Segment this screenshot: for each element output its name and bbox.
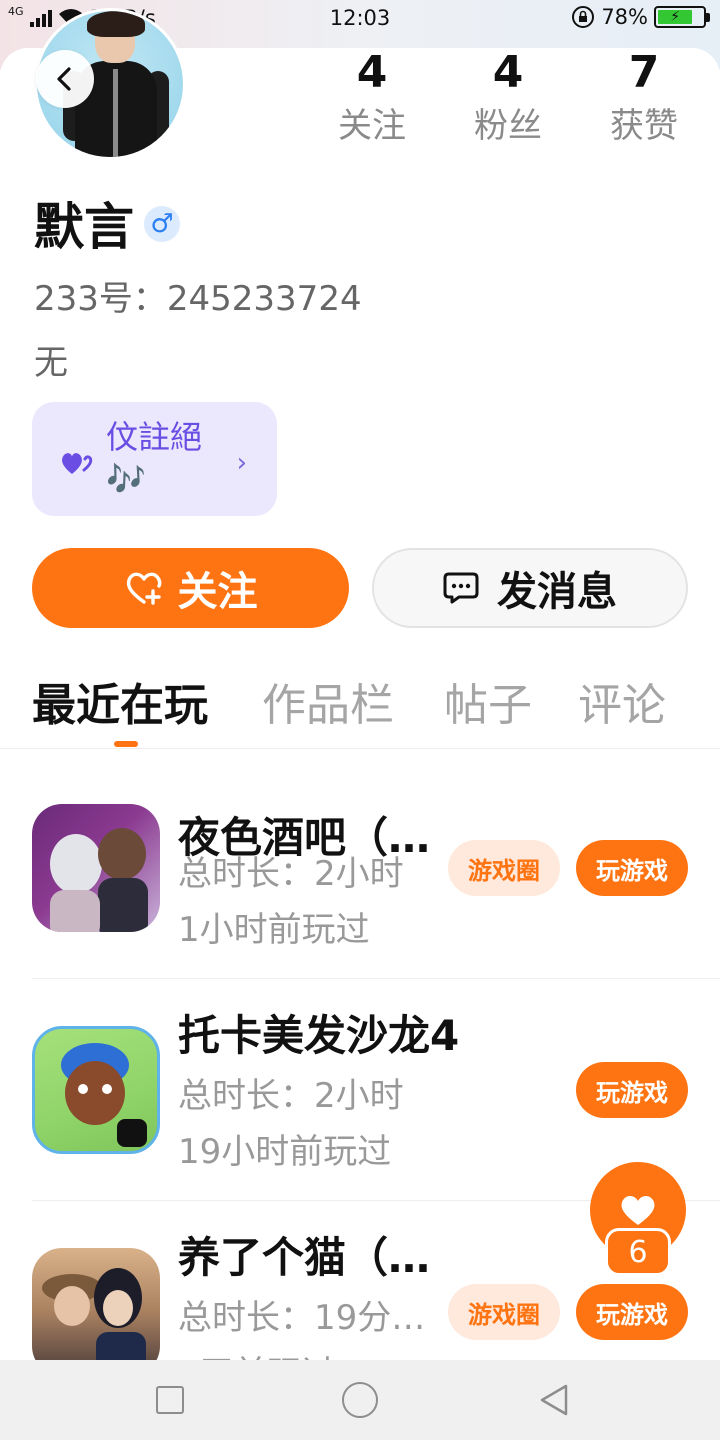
game-icon	[32, 1248, 160, 1376]
divider	[32, 978, 720, 979]
list-item[interactable]: 夜色酒吧（… 总时长：2小时 1小时前玩过 游戏圈 玩游戏	[0, 758, 720, 980]
tab-works[interactable]: 作品栏	[262, 676, 394, 736]
tab-recently-played[interactable]: 最近在玩	[32, 676, 208, 736]
message-button-label: 发消息	[497, 569, 617, 615]
stat-value: 4	[492, 47, 524, 98]
battery-level: ⚡	[658, 10, 693, 24]
user-bio: 无	[34, 343, 68, 383]
tab-indicator	[114, 741, 138, 747]
stat-label: 粉丝	[474, 106, 542, 146]
game-title: 养了个猫（…	[178, 1233, 431, 1282]
game-art	[50, 828, 148, 932]
divider	[0, 748, 720, 749]
game-art	[61, 1043, 147, 1147]
battery-icon: ⚡	[654, 6, 710, 28]
stat-label: 获赞	[610, 106, 678, 146]
heart-icon	[621, 1195, 655, 1225]
like-count-badge: 6	[605, 1228, 671, 1276]
chevron-right-icon: ›	[236, 448, 247, 478]
follow-button-label: 关注	[177, 569, 258, 615]
rotation-lock-icon	[572, 6, 595, 28]
game-title: 托卡美发沙龙4	[178, 1011, 460, 1060]
play-game-button[interactable]: 玩游戏	[576, 1062, 688, 1118]
game-icon	[32, 1026, 160, 1154]
home-icon[interactable]	[342, 1382, 378, 1418]
double-heart-icon	[62, 453, 93, 474]
game-duration: 总时长：2小时	[178, 854, 404, 894]
relationship-tag-card[interactable]: 伩註絕 🎶 ›	[32, 402, 277, 516]
avatar-art	[113, 69, 118, 157]
male-gender-icon: ♂	[144, 206, 180, 242]
stat-followers[interactable]: 4 粉丝	[453, 46, 563, 148]
recents-icon[interactable]	[156, 1386, 184, 1414]
game-duration: 总时长：19分…	[178, 1298, 426, 1338]
back-button[interactable]	[36, 50, 94, 108]
follow-button[interactable]: 关注	[32, 548, 349, 628]
stat-likes[interactable]: 7 获赞	[589, 46, 699, 148]
heart-plus-icon	[126, 572, 161, 605]
tab-posts[interactable]: 帖子	[444, 676, 532, 736]
game-art	[42, 1268, 146, 1376]
chevron-left-icon	[57, 67, 71, 91]
game-last-played: 19小时前玩过	[178, 1132, 392, 1172]
stat-label: 关注	[338, 106, 406, 146]
play-game-button[interactable]: 玩游戏	[576, 840, 688, 896]
tab-comments[interactable]: 评论	[578, 676, 666, 736]
game-icon	[32, 804, 160, 932]
game-duration: 总时长：2小时	[178, 1076, 404, 1116]
stat-value: 4	[356, 47, 388, 98]
message-button[interactable]: 发消息	[372, 548, 688, 628]
avatar-art	[87, 11, 145, 37]
play-game-button[interactable]: 玩游戏	[576, 1284, 688, 1340]
game-circle-button[interactable]: 游戏圈	[448, 840, 560, 896]
chat-bubble-icon	[443, 572, 479, 604]
system-nav-bar	[0, 1360, 720, 1440]
game-circle-button[interactable]: 游戏圈	[448, 1284, 560, 1340]
back-triangle-icon[interactable]	[536, 1382, 572, 1418]
user-name: 默言	[34, 198, 134, 256]
status-right: 78% ⚡	[571, 5, 710, 29]
game-last-played: 1小时前玩过	[178, 910, 370, 950]
stat-value: 7	[628, 47, 660, 98]
stat-following[interactable]: 4 关注	[317, 46, 427, 148]
battery-percent: 78%	[601, 5, 648, 29]
relationship-tag-text: 伩註絕 🎶	[106, 418, 203, 498]
profile-page: 4G 2 KB/s 12:03 78% ⚡	[0, 0, 720, 1440]
user-id: 233号：245233724	[34, 279, 362, 319]
